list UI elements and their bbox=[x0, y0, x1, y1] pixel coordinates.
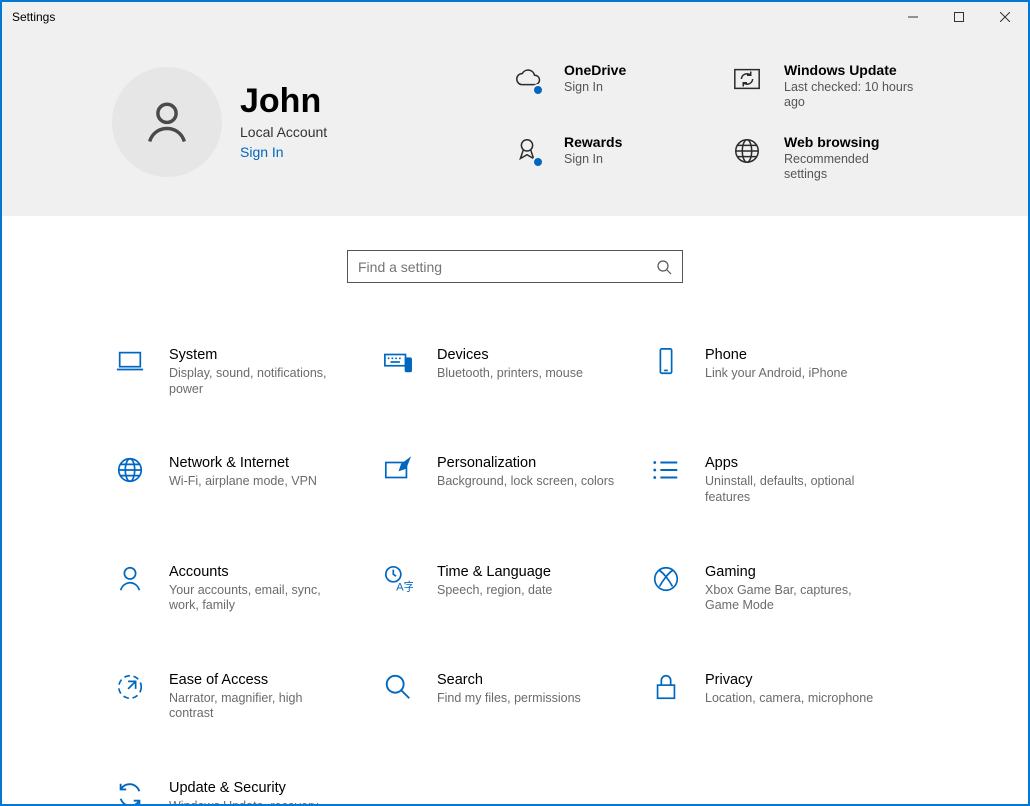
globe-icon bbox=[113, 455, 147, 485]
search-box[interactable] bbox=[347, 250, 683, 283]
globe-icon bbox=[728, 134, 766, 166]
window-title: Settings bbox=[2, 10, 55, 24]
category-phone[interactable]: Phone Link your Android, iPhone bbox=[649, 347, 917, 397]
category-title: Devices bbox=[437, 347, 583, 363]
tile-title: Web browsing bbox=[784, 134, 914, 150]
category-title: Phone bbox=[705, 347, 847, 363]
category-title: Gaming bbox=[705, 564, 885, 580]
maximize-button[interactable] bbox=[936, 2, 982, 32]
rewards-icon bbox=[508, 134, 546, 166]
category-subtitle: Narrator, magnifier, high contrast bbox=[169, 691, 349, 722]
category-title: Ease of Access bbox=[169, 672, 349, 688]
category-subtitle: Wi-Fi, airplane mode, VPN bbox=[169, 474, 317, 490]
person-icon bbox=[141, 96, 193, 148]
tile-subtitle: Recommended settings bbox=[784, 152, 914, 182]
tile-web-browsing[interactable]: Web browsing Recommended settings bbox=[728, 134, 938, 182]
search-wrapper bbox=[2, 216, 1028, 283]
sync-icon bbox=[113, 780, 147, 806]
minimize-button[interactable] bbox=[890, 2, 936, 32]
category-title: Time & Language bbox=[437, 564, 552, 580]
tile-subtitle: Sign In bbox=[564, 152, 622, 167]
category-ease-of-access[interactable]: Ease of Access Narrator, magnifier, high … bbox=[113, 672, 381, 722]
tile-windows-update[interactable]: Windows Update Last checked: 10 hours ag… bbox=[728, 62, 938, 110]
category-subtitle: Windows Update, recovery, backup bbox=[169, 799, 349, 806]
category-apps[interactable]: Apps Uninstall, defaults, optional featur… bbox=[649, 455, 917, 505]
category-subtitle: Your accounts, email, sync, work, family bbox=[169, 583, 349, 614]
update-icon bbox=[728, 62, 766, 94]
tile-title: Windows Update bbox=[784, 62, 914, 78]
category-search[interactable]: Search Find my files, permissions bbox=[381, 672, 649, 722]
category-title: Personalization bbox=[437, 455, 614, 471]
tile-subtitle: Sign In bbox=[564, 80, 626, 95]
xbox-icon bbox=[649, 564, 683, 594]
profile-block: John Local Account Sign In bbox=[112, 62, 502, 182]
time-language-icon: A字 bbox=[381, 564, 415, 594]
category-devices[interactable]: Devices Bluetooth, printers, mouse bbox=[381, 347, 649, 397]
category-subtitle: Xbox Game Bar, captures, Game Mode bbox=[705, 583, 885, 614]
category-subtitle: Location, camera, microphone bbox=[705, 691, 873, 707]
avatar bbox=[112, 67, 222, 177]
category-accounts[interactable]: Accounts Your accounts, email, sync, work… bbox=[113, 564, 381, 614]
profile-subtitle: Local Account bbox=[240, 124, 327, 140]
category-system[interactable]: System Display, sound, notifications, pow… bbox=[113, 347, 381, 397]
tile-onedrive[interactable]: OneDrive Sign In bbox=[508, 62, 718, 110]
category-time-language[interactable]: A字 Time & Language Speech, region, date bbox=[381, 564, 649, 614]
settings-window: Settings John Local Acco bbox=[0, 0, 1030, 806]
category-network[interactable]: Network & Internet Wi-Fi, airplane mode, … bbox=[113, 455, 381, 505]
cloud-icon bbox=[508, 62, 546, 94]
category-title: Apps bbox=[705, 455, 885, 471]
phone-icon bbox=[649, 347, 683, 377]
close-button[interactable] bbox=[982, 2, 1028, 32]
search-icon bbox=[656, 259, 672, 275]
category-title: System bbox=[169, 347, 349, 363]
keyboard-icon bbox=[381, 347, 415, 377]
window-controls bbox=[890, 2, 1028, 32]
tile-subtitle: Last checked: 10 hours ago bbox=[784, 80, 914, 110]
search-input[interactable] bbox=[358, 259, 656, 275]
header-panel: John Local Account Sign In OneDrive Sign… bbox=[2, 32, 1028, 216]
list-icon bbox=[649, 455, 683, 485]
brush-icon bbox=[381, 455, 415, 485]
category-title: Search bbox=[437, 672, 581, 688]
category-subtitle: Display, sound, notifications, power bbox=[169, 366, 349, 397]
svg-text:A字: A字 bbox=[396, 579, 413, 593]
categories-grid: System Display, sound, notifications, pow… bbox=[2, 283, 1028, 806]
category-title: Privacy bbox=[705, 672, 873, 688]
category-title: Update & Security bbox=[169, 780, 349, 796]
category-personalization[interactable]: Personalization Background, lock screen, … bbox=[381, 455, 649, 505]
category-subtitle: Bluetooth, printers, mouse bbox=[437, 366, 583, 382]
category-update-security[interactable]: Update & Security Windows Update, recover… bbox=[113, 780, 381, 806]
category-title: Accounts bbox=[169, 564, 349, 580]
tile-rewards[interactable]: Rewards Sign In bbox=[508, 134, 718, 182]
category-privacy[interactable]: Privacy Location, camera, microphone bbox=[649, 672, 917, 722]
accessibility-icon bbox=[113, 672, 147, 702]
magnifier-icon bbox=[381, 672, 415, 702]
tile-title: Rewards bbox=[564, 134, 622, 150]
profile-name: John bbox=[240, 84, 327, 120]
category-subtitle: Speech, region, date bbox=[437, 583, 552, 599]
status-tiles: OneDrive Sign In Windows Update Last che… bbox=[508, 62, 938, 182]
lock-icon bbox=[649, 672, 683, 702]
category-gaming[interactable]: Gaming Xbox Game Bar, captures, Game Mode bbox=[649, 564, 917, 614]
titlebar: Settings bbox=[2, 2, 1028, 32]
category-subtitle: Find my files, permissions bbox=[437, 691, 581, 707]
category-subtitle: Background, lock screen, colors bbox=[437, 474, 614, 490]
tile-title: OneDrive bbox=[564, 62, 626, 78]
category-subtitle: Uninstall, defaults, optional features bbox=[705, 474, 885, 505]
person-icon bbox=[113, 564, 147, 594]
category-title: Network & Internet bbox=[169, 455, 317, 471]
laptop-icon bbox=[113, 347, 147, 377]
category-subtitle: Link your Android, iPhone bbox=[705, 366, 847, 382]
profile-signin-link[interactable]: Sign In bbox=[240, 144, 327, 160]
